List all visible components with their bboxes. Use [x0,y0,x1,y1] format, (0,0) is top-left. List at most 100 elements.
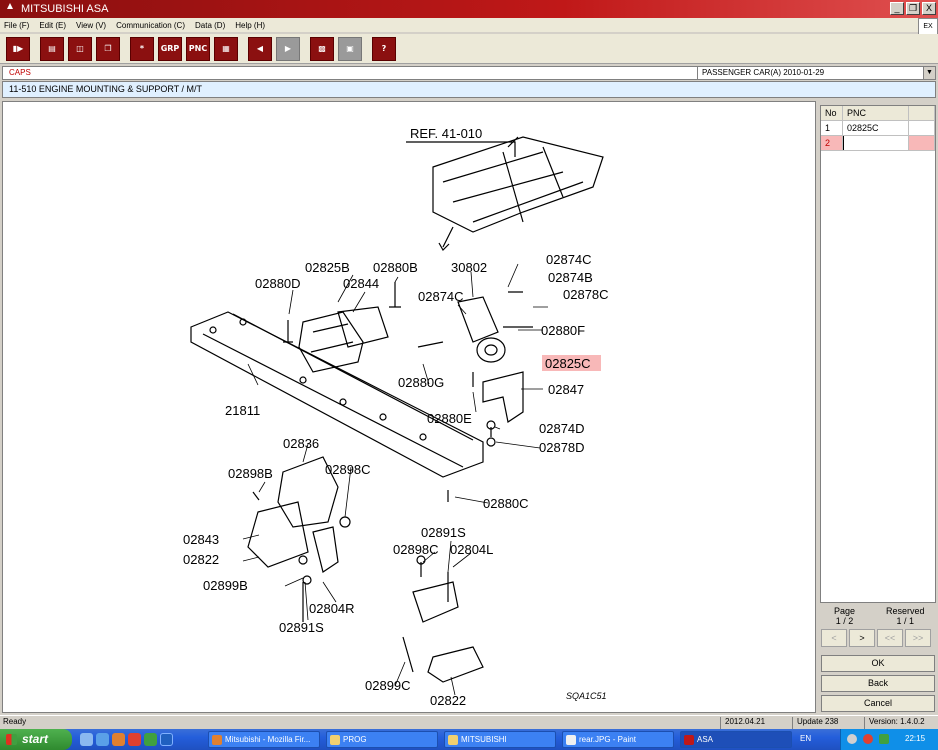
parts-diagram[interactable]: REF. 41-010 02825B 02880B 30802 02874C 0… [2,101,816,713]
menu-data[interactable]: Data (D) [195,21,225,30]
task-paint[interactable]: rear.JPG - Paint [562,731,674,748]
ok-button[interactable]: OK [821,655,935,672]
part-02880F[interactable]: 02880F [541,323,585,338]
favorite-button[interactable]: * [130,36,154,61]
task-asa[interactable]: ASA [680,731,792,748]
task-mitsubishi[interactable]: MITSUBISHI [444,731,556,748]
row-pnc: 02825C [843,121,909,135]
last-button[interactable]: >> [905,629,931,647]
group-title: 11-510 ENGINE MOUNTING & SUPPORT / M/T [2,81,936,98]
copy-button[interactable]: ❐ [96,36,120,61]
menu-edit[interactable]: Edit (E) [39,21,66,30]
part-02874D[interactable]: 02874D [539,421,585,436]
part-02898B[interactable]: 02898B [228,466,273,481]
part-02880D[interactable]: 02880D [255,276,301,291]
part-02880B[interactable]: 02880B [373,260,418,275]
prev-button[interactable]: < [821,629,847,647]
save-icon: ▣ [346,44,354,53]
printer-icon: ◫ [76,44,84,53]
part-02836[interactable]: 02836 [283,436,319,451]
menu-help[interactable]: Help (H) [235,21,265,30]
part-02898C-a[interactable]: 02898C [325,462,371,477]
row-no: 1 [821,121,843,135]
ie-icon[interactable] [96,733,109,746]
part-02874B[interactable]: 02874B [548,270,593,285]
menu-communication[interactable]: Communication (C) [116,21,185,30]
part-02843[interactable]: 02843 [183,532,219,547]
clock: 22:15 [905,734,926,743]
cart-icon: ▩ [318,44,326,53]
part-02822-a[interactable]: 02822 [183,552,219,567]
desktop-icon[interactable] [80,733,93,746]
document-icon: ▤ [48,44,56,53]
firefox-icon[interactable] [112,733,125,746]
exit-button[interactable]: ▮▶ [6,36,30,61]
caps-indicator: CAPS [9,68,31,77]
row-no: 2 [821,136,843,150]
speaker-icon[interactable] [847,734,857,744]
part-30802[interactable]: 30802 [451,260,487,275]
close-button[interactable]: X [922,2,936,15]
help-button[interactable]: ? [372,36,396,61]
grid-icon: ▦ [222,44,230,53]
cart-button[interactable]: ▩ [310,36,334,61]
pnc-button[interactable]: PNC [186,36,210,61]
task-firefox[interactable]: Mitsubishi - Mozilla Fir... [208,731,320,748]
part-02847[interactable]: 02847 [548,382,584,397]
next-button[interactable]: > [849,629,875,647]
back-button[interactable]: Back [821,675,935,692]
part-02878C[interactable]: 02878C [563,287,609,302]
cancel-button[interactable]: Cancel [821,695,935,712]
part-02891S-b[interactable]: 02891S [279,620,324,635]
task-prog[interactable]: PROG [326,731,438,748]
paint-icon [566,735,576,745]
language-indicator[interactable]: EN [800,734,811,743]
restore-button[interactable]: ❐ [906,2,920,15]
menu-file[interactable]: File (F) [4,21,29,30]
firefox-icon [212,735,222,745]
folder-icon [448,735,458,745]
start-button[interactable]: start [0,729,72,750]
part-02898C-b[interactable]: 02898C [393,542,439,557]
table-row-active[interactable]: 2 [821,136,935,151]
part-02804L[interactable]: 02804L [450,542,493,557]
part-02822-b[interactable]: 02822 [430,693,466,708]
part-02825C[interactable]: 02825C [545,356,591,371]
app-icon[interactable] [128,733,141,746]
part-02880E[interactable]: 02880E [427,411,472,426]
print-preview-button[interactable]: ▤ [40,36,64,61]
part-02844[interactable]: 02844 [343,276,379,291]
vehicle-select[interactable]: PASSENGER CAR(A) 2010-01-29 [697,67,937,79]
next-page-button[interactable]: ▶ [276,36,300,61]
table-row[interactable]: 1 02825C [821,121,935,136]
save-button[interactable]: ▣ [338,36,362,61]
part-02878D[interactable]: 02878D [539,440,585,455]
pnc-input[interactable] [843,136,909,150]
part-02880G[interactable]: 02880G [398,375,444,390]
toolbar: ▮▶ ▤ ◫ ❐ * GRP PNC ▦ ◀ ▶ ▩ ▣ ? [0,34,938,64]
first-button[interactable]: << [877,629,903,647]
mail-icon[interactable] [160,733,173,746]
part-21811[interactable]: 21811 [225,403,260,418]
media-icon[interactable] [144,733,157,746]
part-02891S-a[interactable]: 02891S [421,525,466,540]
part-02874C-a[interactable]: 02874C [546,252,592,267]
part-02899B[interactable]: 02899B [203,578,248,593]
prev-page-button[interactable]: ◀ [248,36,272,61]
part-02825B[interactable]: 02825B [305,260,350,275]
grp-button[interactable]: GRP [158,36,182,61]
part-02874C-b[interactable]: 02874C [418,289,464,304]
print-button[interactable]: ◫ [68,36,92,61]
part-02804R[interactable]: 02804R [309,601,355,616]
reserved-value: 1 / 1 [896,616,915,626]
security-icon[interactable] [863,734,873,744]
part-02899C[interactable]: 02899C [365,678,411,693]
row-extra [909,136,935,150]
chevron-down-icon[interactable]: ▼ [923,67,935,79]
menu-view[interactable]: View (V) [76,21,106,30]
minimize-button[interactable]: _ [890,2,904,15]
page-label: Page [834,606,856,616]
network-icon[interactable] [879,734,889,744]
part-02880C[interactable]: 02880C [483,496,529,511]
grid-button[interactable]: ▦ [214,36,238,61]
